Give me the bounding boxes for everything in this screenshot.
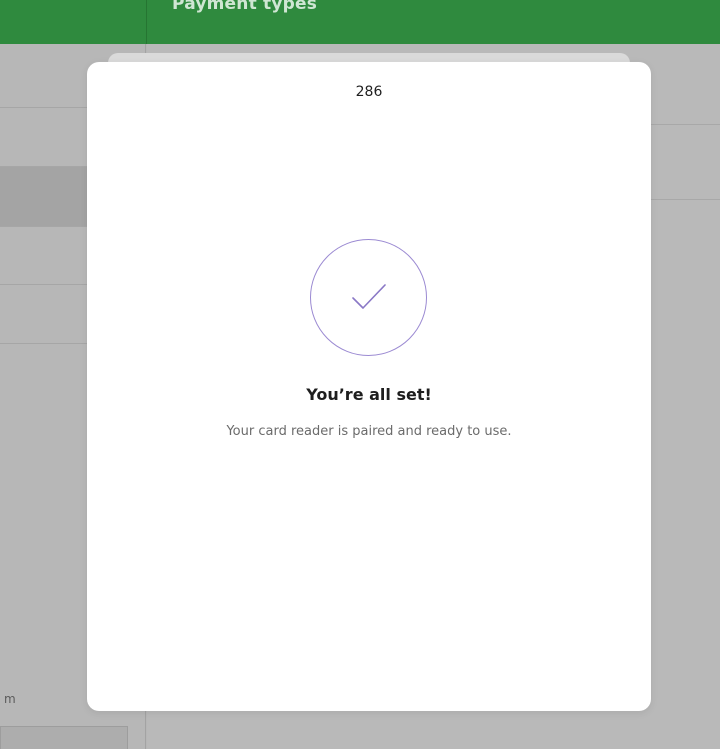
pairing-code: 286 bbox=[355, 84, 383, 100]
checkmark-icon bbox=[352, 284, 386, 309]
header-divider bbox=[146, 0, 147, 44]
app-screen: Payment types m 286 You’re all set! Your… bbox=[0, 0, 720, 749]
success-circle bbox=[310, 239, 427, 356]
left-bottom-button[interactable] bbox=[0, 726, 128, 749]
left-partial-label: m bbox=[4, 692, 16, 706]
pairing-success-modal: 286 You’re all set! Your card reader is … bbox=[87, 62, 651, 711]
header-title: Payment types bbox=[172, 0, 318, 14]
modal-title: You’re all set! bbox=[306, 385, 432, 404]
modal-message: Your card reader is paired and ready to … bbox=[226, 424, 512, 439]
header-bar: Payment types bbox=[0, 0, 720, 44]
